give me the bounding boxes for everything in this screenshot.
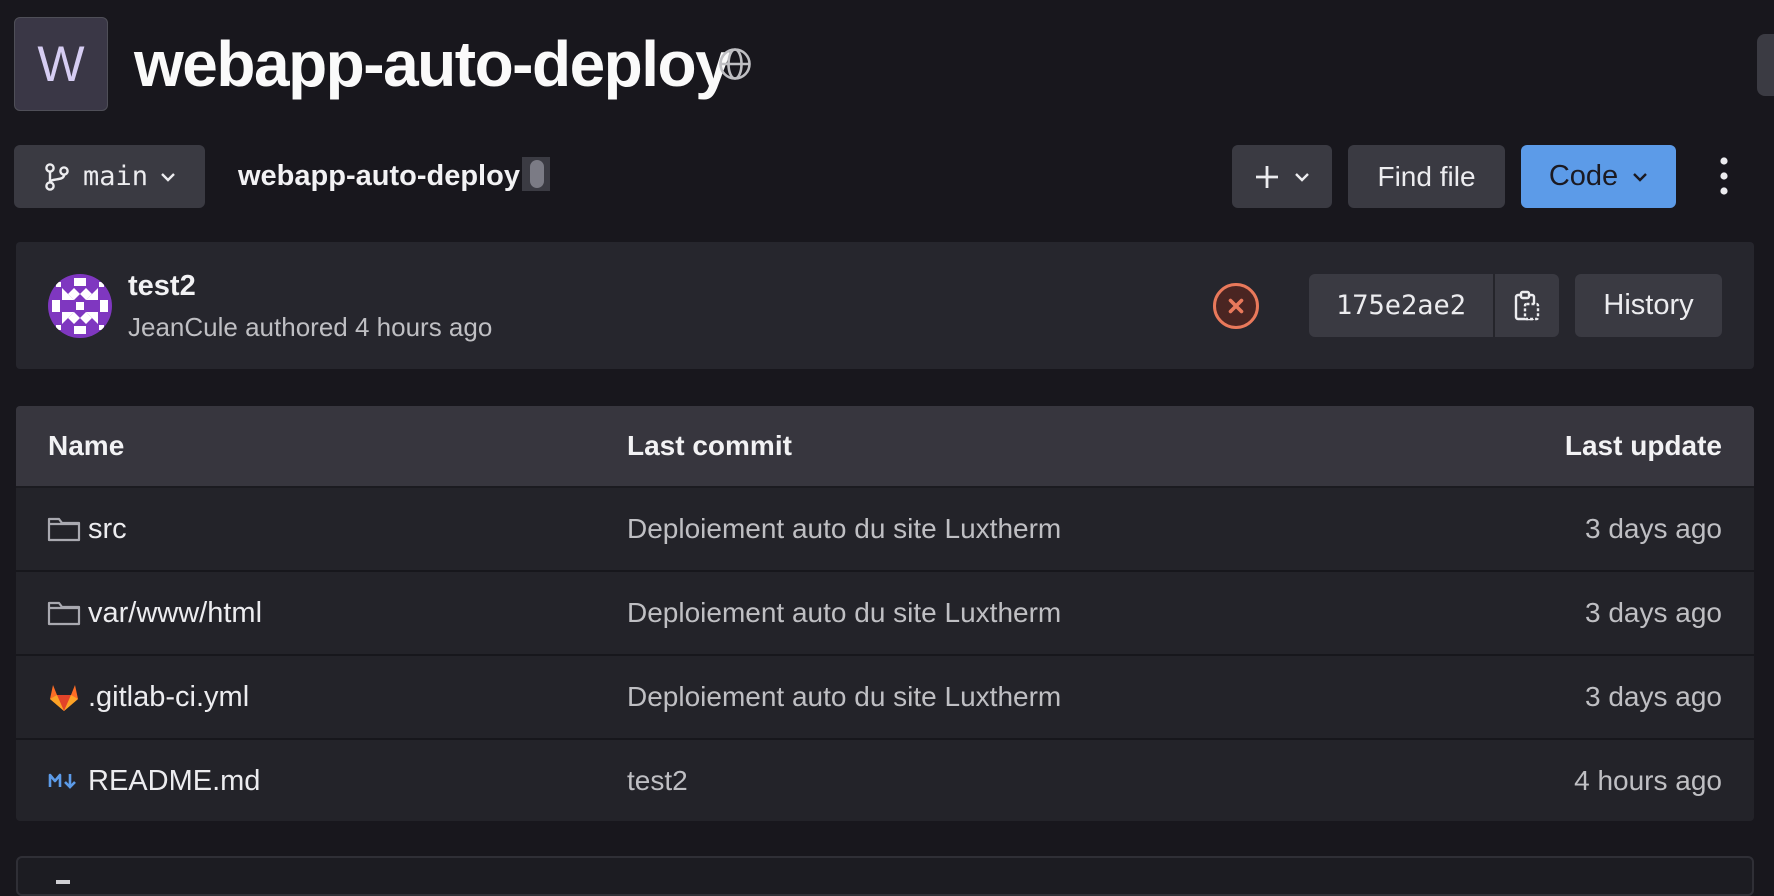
branch-name: main: [82, 161, 149, 192]
breadcrumb-project[interactable]: webapp-auto-deploy: [238, 160, 520, 192]
history-button[interactable]: History: [1575, 274, 1722, 337]
text-cursor-icon: [521, 157, 550, 191]
code-dropdown-button[interactable]: Code: [1521, 145, 1676, 208]
commit-author[interactable]: JeanCule: [128, 312, 238, 342]
code-button-label: Code: [1548, 160, 1619, 192]
branch-selector-button[interactable]: main: [14, 145, 205, 208]
folder-icon: [47, 601, 81, 626]
commit-title[interactable]: test2: [128, 270, 196, 303]
table-row[interactable]: README.md test2 4 hours ago: [16, 740, 1754, 821]
column-header-last-update: Last update: [1564, 430, 1722, 461]
file-table: Name Last commit Last update src Deploie…: [16, 406, 1754, 821]
table-row[interactable]: var/www/html Deploiement auto du site Lu…: [16, 572, 1754, 656]
file-last-update: 3 days ago: [1585, 597, 1722, 628]
file-last-commit[interactable]: Deploiement auto du site Luxtherm: [627, 488, 1061, 570]
file-last-commit[interactable]: Deploiement auto du site Luxtherm: [627, 572, 1061, 654]
chevron-down-icon: [1633, 172, 1648, 182]
file-last-update: 4 hours ago: [1574, 765, 1722, 796]
readme-panel: [16, 856, 1754, 896]
file-name[interactable]: .gitlab-ci.yml: [88, 656, 249, 738]
find-file-button[interactable]: Find file: [1348, 145, 1505, 208]
file-last-update: 3 days ago: [1585, 513, 1722, 544]
table-header: Name Last commit Last update: [16, 406, 1754, 488]
folder-icon: [47, 517, 81, 542]
add-dropdown-button[interactable]: [1232, 145, 1332, 208]
globe-icon: [719, 48, 751, 80]
commit-time: 4 hours ago: [354, 312, 493, 342]
breadcrumb[interactable]: webapp-auto-deploy: [238, 157, 550, 193]
project-title[interactable]: webapp-auto-deploy: [134, 22, 731, 106]
file-name[interactable]: README.md: [88, 740, 260, 821]
table-row[interactable]: .gitlab-ci.yml Deploiement auto du site …: [16, 656, 1754, 740]
pipeline-failed-icon[interactable]: [1212, 282, 1260, 330]
file-name[interactable]: var/www/html: [88, 572, 262, 654]
project-avatar[interactable]: W: [14, 17, 108, 111]
column-header-name: Name: [48, 430, 125, 461]
file-last-commit[interactable]: test2: [627, 740, 688, 821]
commit-sha-group: 175e2ae2: [1309, 274, 1559, 337]
clipboard-icon: [1514, 290, 1540, 320]
file-last-update: 3 days ago: [1585, 681, 1722, 712]
gitlab-icon: [50, 685, 78, 711]
markdown-icon: [48, 773, 76, 789]
chevron-down-icon: [1295, 172, 1309, 182]
commit-sha[interactable]: 175e2ae2: [1309, 274, 1493, 337]
author-avatar[interactable]: [48, 274, 112, 338]
table-row[interactable]: src Deploiement auto du site Luxtherm 3 …: [16, 488, 1754, 572]
column-header-last-commit: Last commit: [627, 430, 792, 461]
commit-meta: JeanCule authored 4 hours ago: [128, 312, 492, 343]
branch-icon: [45, 162, 69, 191]
chevron-down-icon: [161, 172, 175, 182]
file-name[interactable]: src: [88, 488, 127, 570]
sidebar-toggle-edge[interactable]: [1757, 34, 1774, 96]
kebab-menu-icon[interactable]: [1712, 154, 1736, 198]
commit-action: authored: [245, 312, 348, 342]
plus-icon: [1256, 165, 1278, 188]
copy-sha-button[interactable]: [1495, 274, 1559, 337]
file-last-commit[interactable]: Deploiement auto du site Luxtherm: [627, 656, 1061, 738]
